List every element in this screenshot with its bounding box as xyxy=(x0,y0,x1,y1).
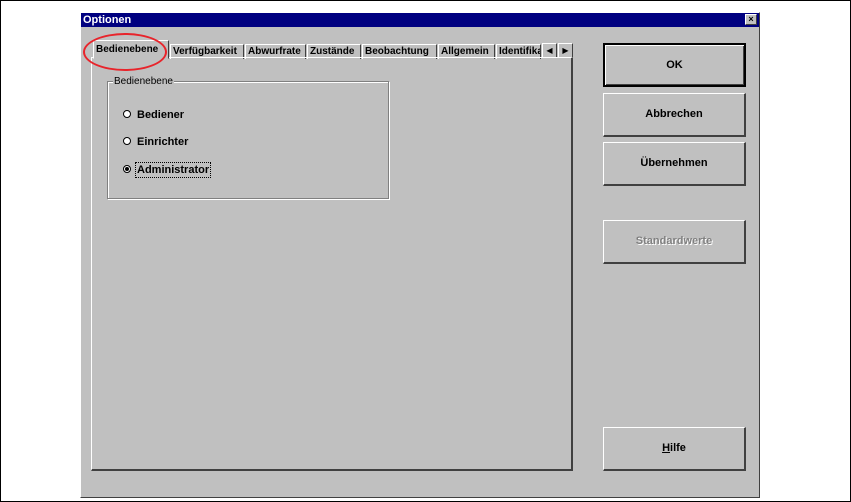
window-title: Optionen xyxy=(83,14,132,26)
radio-bediener[interactable]: Bediener xyxy=(123,108,184,122)
radio-label: Bediener xyxy=(137,109,185,121)
radio-administrator[interactable]: Administrator xyxy=(123,162,212,178)
apply-button[interactable]: Übernehmen xyxy=(603,142,746,186)
radio-label: Administrator xyxy=(134,162,212,178)
help-button[interactable]: Hilfe xyxy=(603,427,746,471)
options-dialog: Optionen × Bedienebene Verfügbarkeit Abw… xyxy=(80,12,760,498)
radio-circle-icon xyxy=(123,137,131,146)
ok-button[interactable]: OK xyxy=(603,43,746,87)
tab-scroll-arrows: ◀ ▶ xyxy=(542,43,574,58)
groupbox-title: Bedienebene xyxy=(113,76,174,87)
radio-checked-icon xyxy=(123,165,131,174)
help-button-label: ilfe xyxy=(670,442,686,454)
radio-label: Einrichter xyxy=(137,136,189,148)
cancel-button[interactable]: Abbrechen xyxy=(603,93,746,137)
tab-scroll-left-icon[interactable]: ◀ xyxy=(542,43,557,58)
radio-circle-icon xyxy=(123,110,131,119)
defaults-button[interactable]: Standardwerte xyxy=(603,220,746,264)
close-button[interactable]: × xyxy=(745,14,757,25)
radio-einrichter[interactable]: Einrichter xyxy=(123,135,188,149)
tab-scroll-right-icon[interactable]: ▶ xyxy=(558,43,573,58)
title-bar: Optionen × xyxy=(81,13,759,27)
tab-bedienebene[interactable]: Bedienebene xyxy=(93,40,169,59)
